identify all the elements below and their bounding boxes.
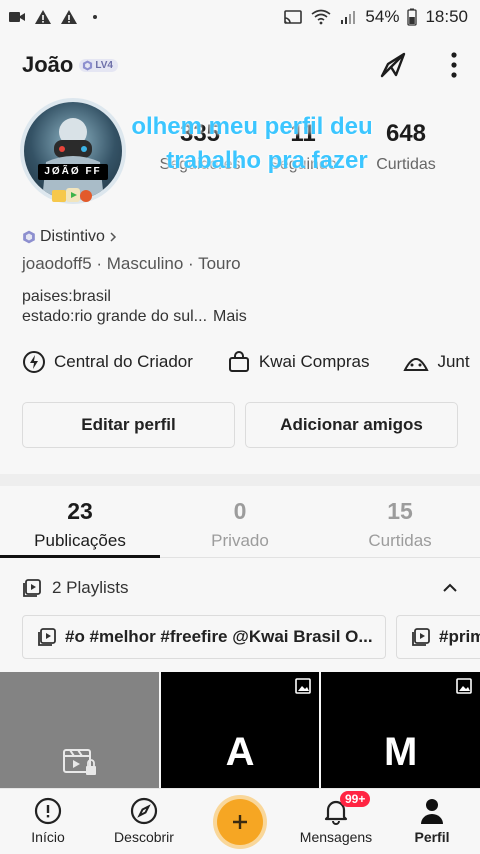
home-icon — [34, 797, 62, 825]
tab-label: Privado — [211, 531, 269, 550]
bio-line: paises:brasil — [22, 288, 111, 305]
tab-count: 23 — [67, 498, 93, 524]
stat-label: Curtidas — [376, 156, 436, 173]
hexagon-icon — [83, 59, 93, 71]
compass-icon — [130, 797, 158, 825]
bio-line: estado:rio grande do sul... — [22, 308, 208, 325]
battery-icon — [407, 8, 418, 26]
stat-value: 335 — [179, 120, 221, 147]
hexagon-icon — [23, 230, 35, 244]
content-tabs: 23 Publicações 0 Privado 15 Curtidas — [0, 492, 480, 558]
image-icon — [295, 678, 312, 694]
nav-mensagens[interactable]: 99+ Mensagens — [288, 789, 384, 854]
avatar-text: JØÃØ FF — [38, 164, 108, 180]
tab-publicacoes[interactable]: 23 Publicações — [0, 492, 160, 558]
person-icon — [421, 799, 443, 824]
nav-create[interactable] — [192, 789, 288, 854]
stat-label: Seguindo — [269, 156, 337, 173]
section-divider — [0, 474, 480, 486]
junt-link[interactable]: Junt — [403, 350, 470, 374]
nav-descobrir[interactable]: Descobrir — [96, 789, 192, 854]
warning-icon — [35, 10, 51, 24]
create-button[interactable] — [217, 799, 263, 845]
profile-header: João LV4 — [22, 45, 458, 85]
profile-meta: joaodoff5 · Masculino · Touro — [22, 254, 241, 273]
nav-perfil[interactable]: Perfil — [384, 789, 480, 854]
video-lock-icon — [63, 749, 96, 775]
battery-level: 54% — [365, 7, 400, 26]
warning-icon — [61, 10, 77, 24]
stat-label: Seguidores — [159, 156, 241, 173]
post-thumbnail[interactable]: M — [321, 672, 480, 788]
posts-grid: A M — [0, 672, 480, 788]
distintivo-link[interactable]: Distintivo — [22, 228, 117, 246]
playlist-chip[interactable]: #prim — [396, 615, 480, 659]
creator-center-link[interactable]: Central do Criador — [22, 350, 193, 374]
chip-label: Junt — [437, 352, 470, 371]
post-thumbnail[interactable]: A — [160, 672, 320, 788]
playlist-icon — [23, 579, 41, 597]
more-options-icon[interactable] — [450, 51, 458, 79]
playlist-icon — [38, 628, 56, 646]
plus-icon — [233, 815, 247, 829]
shopping-bag-icon — [228, 351, 249, 372]
kwai-shop-link[interactable]: Kwai Compras — [227, 350, 370, 374]
playlist-title: #o #melhor #freefire @Kwai Brasil O... — [65, 627, 373, 646]
tab-privado[interactable]: 0 Privado — [160, 492, 320, 557]
profile-bio: paises:brasil estado:rio grande do sul..… — [22, 287, 247, 327]
stat-curtidas[interactable]: 648 Curtidas — [366, 120, 446, 174]
nav-inicio[interactable]: Início — [0, 789, 96, 854]
playlist-title: #prim — [439, 627, 480, 646]
cast-icon — [284, 10, 303, 24]
nav-label: Descobrir — [114, 829, 174, 845]
avatar-frame-decoration-icon — [52, 188, 92, 202]
share-icon[interactable] — [378, 50, 412, 80]
stat-value: 648 — [385, 120, 427, 147]
distintivo-label: Distintivo — [40, 228, 105, 245]
chevron-up-icon[interactable] — [442, 583, 458, 593]
status-bar: 54% 18:50 — [0, 0, 480, 34]
nav-label: Início — [31, 829, 65, 845]
profile-name: João — [22, 52, 74, 77]
playlist-icon — [412, 628, 430, 646]
chip-label: Central do Criador — [54, 352, 193, 371]
image-icon — [456, 678, 472, 694]
creator-bolt-icon — [23, 351, 45, 373]
stat-seguindo[interactable]: 11 Seguindo — [259, 120, 347, 174]
stat-seguidores[interactable]: 335 Seguidores — [153, 120, 247, 174]
tab-curtidas[interactable]: 15 Curtidas — [320, 492, 480, 557]
quick-links: Central do Criador Kwai Compras Junt — [22, 350, 470, 374]
nav-label: Mensagens — [299, 829, 373, 845]
stat-value: 11 — [290, 120, 316, 147]
notification-badge: 99+ — [340, 791, 371, 807]
tab-count: 15 — [387, 498, 413, 524]
tab-label: Curtidas — [368, 531, 432, 550]
tab-label: Publicações — [34, 531, 126, 550]
clock: 18:50 — [425, 7, 468, 26]
bottom-nav: Início Descobrir 99+ Mensagens Perfil — [0, 788, 480, 854]
level-badge[interactable]: LV4 — [79, 58, 118, 72]
signal-icon — [341, 11, 356, 24]
playlists-count-label: 2 Playlists — [52, 578, 129, 597]
video-notification-icon — [9, 12, 25, 22]
chip-label: Kwai Compras — [258, 352, 370, 371]
nav-label: Perfil — [414, 829, 450, 845]
playlist-chip[interactable]: #o #melhor #freefire @Kwai Brasil O... — [22, 615, 386, 659]
level-label: LV4 — [95, 59, 113, 71]
post-thumbnail-text: M — [384, 730, 418, 774]
dot-icon — [93, 15, 97, 19]
tab-count: 0 — [233, 498, 247, 524]
chevron-right-icon — [110, 232, 116, 242]
add-friends-button[interactable]: Adicionar amigos — [245, 402, 458, 448]
wifi-icon — [311, 9, 331, 25]
edit-profile-button[interactable]: Editar perfil — [22, 402, 235, 448]
playlists-header[interactable]: 2 Playlists — [22, 572, 458, 604]
tent-icon — [403, 358, 430, 371]
post-thumbnail[interactable] — [0, 672, 159, 788]
post-thumbnail-text: A — [225, 730, 255, 774]
bio-more-link[interactable]: Mais — [213, 308, 247, 325]
